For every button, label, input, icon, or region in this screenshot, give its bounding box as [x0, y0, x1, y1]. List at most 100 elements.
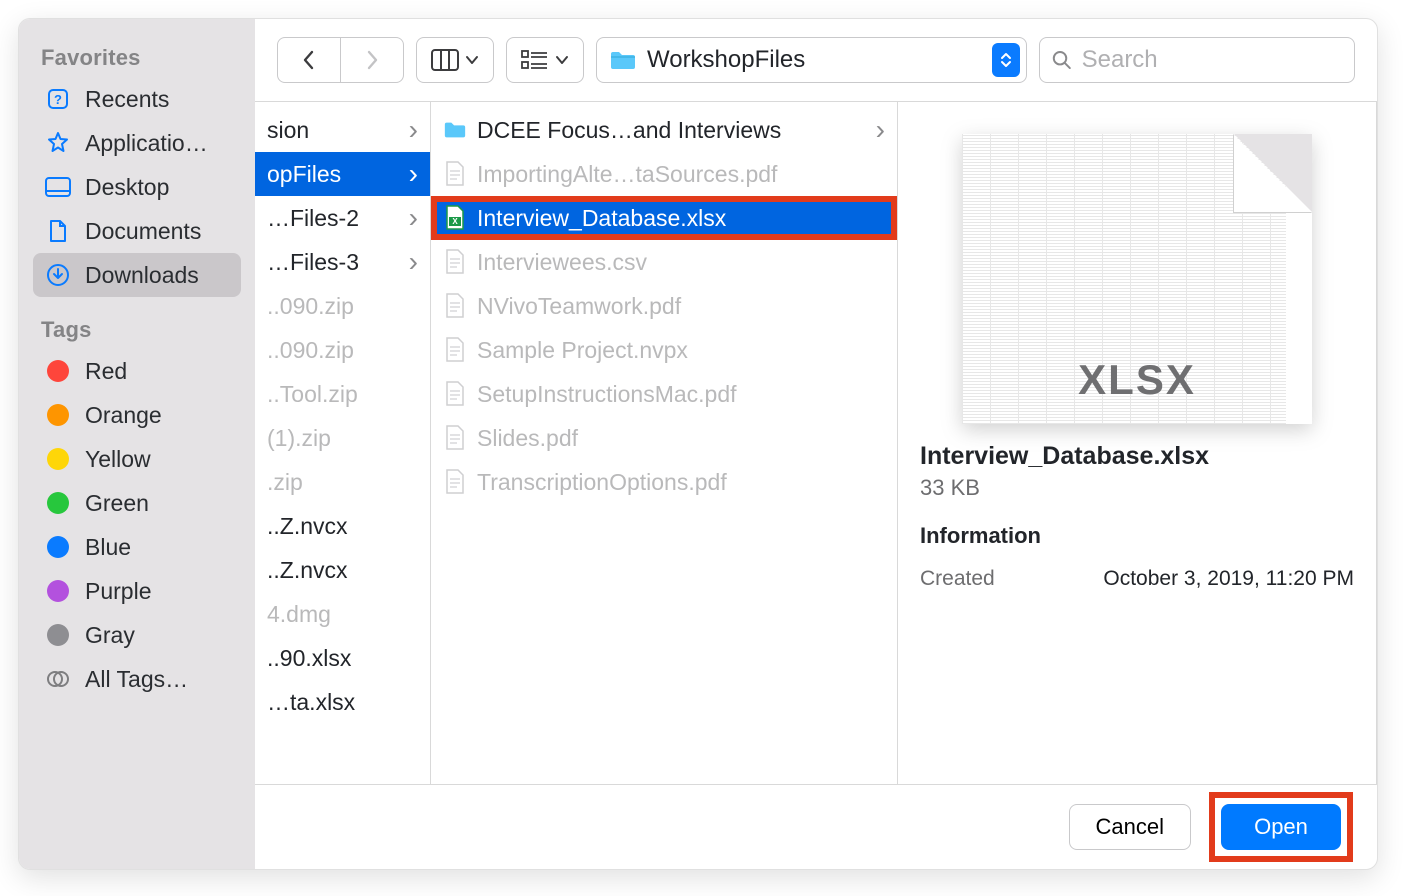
- chevron-right-icon: ›: [409, 160, 418, 188]
- back-button[interactable]: [277, 37, 341, 83]
- sidebar-item-desktop[interactable]: Desktop: [33, 165, 241, 209]
- tag-dot-icon: [47, 360, 69, 382]
- item-label: ..90.xlsx: [267, 645, 418, 672]
- nav-buttons: [277, 37, 404, 83]
- item-label: Interviewees.csv: [477, 249, 885, 276]
- forward-button[interactable]: [341, 37, 404, 83]
- sidebar-item-label: Applicatio…: [85, 130, 208, 157]
- file-open-dialog: Favorites ?RecentsApplicatio…DesktopDocu…: [18, 18, 1378, 870]
- tag-dot-icon: [47, 492, 69, 514]
- sidebar-item-label: Documents: [85, 218, 201, 245]
- item-label: 4.dmg: [267, 601, 418, 628]
- sidebar-item-documents[interactable]: Documents: [33, 209, 241, 253]
- location-label: WorkshopFiles: [647, 46, 982, 74]
- chevron-left-icon: [301, 49, 317, 71]
- toolbar: WorkshopFiles: [255, 19, 1377, 102]
- search-icon: [1052, 49, 1072, 71]
- sidebar-item-label: Green: [85, 490, 149, 517]
- location-popup[interactable]: WorkshopFiles: [596, 37, 1027, 83]
- sidebar-item-label: Blue: [85, 534, 131, 561]
- column2-item: ImportingAlte…taSources.pdf: [431, 152, 897, 196]
- column2-item[interactable]: X Interview_Database.xlsx: [431, 196, 897, 240]
- sidebar-item-label: Yellow: [85, 446, 151, 473]
- location-stepper-icon: [992, 43, 1020, 77]
- tags-icon: [45, 667, 71, 691]
- sidebar-tag-orange[interactable]: Orange: [33, 393, 241, 437]
- svg-text:X: X: [452, 217, 458, 226]
- item-label: …Files-2: [267, 205, 399, 232]
- preview-info-heading: Information: [920, 523, 1354, 549]
- item-label: SetupInstructionsMac.pdf: [477, 381, 885, 408]
- pdf-icon: [443, 294, 467, 318]
- column1-item[interactable]: opFiles ›: [255, 152, 430, 196]
- item-label: ..090.zip: [267, 293, 418, 320]
- column1-item[interactable]: ..Z.nvcx: [255, 504, 430, 548]
- item-label: Sample Project.nvpx: [477, 337, 885, 364]
- column1-item[interactable]: …ta.xlsx: [255, 680, 430, 724]
- preview-created-label: Created: [920, 567, 995, 591]
- tags-list: Red Orange Yellow Green Blue Purple Gray: [33, 349, 241, 657]
- column2-item: Sample Project.nvpx: [431, 328, 897, 372]
- sidebar-item-downloads[interactable]: Downloads: [33, 253, 241, 297]
- sidebar-tag-red[interactable]: Red: [33, 349, 241, 393]
- sidebar-item-label: Orange: [85, 402, 162, 429]
- view-columns-button[interactable]: [416, 37, 494, 83]
- chevron-down-icon: [465, 55, 479, 65]
- preview-created-row: Created October 3, 2019, 11:20 PM: [920, 567, 1354, 591]
- tags-heading: Tags: [33, 297, 241, 349]
- tag-dot-icon: [47, 536, 69, 558]
- column-browser: sion› opFiles › …Files-2 › …Files-3› ..090.zip…: [255, 102, 1377, 784]
- tag-dot-icon: [47, 580, 69, 602]
- item-label: .zip: [267, 469, 418, 496]
- group-by-button[interactable]: [506, 37, 584, 83]
- column1-item: ..Tool.zip: [255, 372, 430, 416]
- sidebar-item-label: All Tags…: [85, 666, 188, 693]
- item-label: opFiles: [267, 161, 399, 188]
- sidebar-item-recents[interactable]: ? Recents: [33, 77, 241, 121]
- column2-item: NVivoTeamwork.pdf: [431, 284, 897, 328]
- column2-item: TranscriptionOptions.pdf: [431, 460, 897, 504]
- sidebar-tag-purple[interactable]: Purple: [33, 569, 241, 613]
- item-label: NVivoTeamwork.pdf: [477, 293, 885, 320]
- sidebar-item-label: Desktop: [85, 174, 169, 201]
- sidebar-item-label: Purple: [85, 578, 151, 605]
- column1-item: (1).zip: [255, 416, 430, 460]
- search-input[interactable]: [1080, 45, 1342, 75]
- pdf-icon: [443, 426, 467, 450]
- column1-item[interactable]: ..Z.nvcx: [255, 548, 430, 592]
- folder-icon: [443, 118, 467, 142]
- tag-dot-icon: [47, 624, 69, 646]
- column1-item[interactable]: ..90.xlsx: [255, 636, 430, 680]
- column1-item: .zip: [255, 460, 430, 504]
- column1-item[interactable]: sion›: [255, 108, 430, 152]
- search-field[interactable]: [1039, 37, 1355, 83]
- folder-icon: [609, 49, 637, 71]
- sidebar-item-applicatio[interactable]: Applicatio…: [33, 121, 241, 165]
- column2-item[interactable]: DCEE Focus…and Interviews›: [431, 108, 897, 152]
- item-label: …ta.xlsx: [267, 689, 418, 716]
- item-label: ..Z.nvcx: [267, 557, 418, 584]
- cancel-button[interactable]: Cancel: [1069, 804, 1191, 850]
- column1-item[interactable]: …Files-3›: [255, 240, 430, 284]
- sidebar-item-all-tags[interactable]: All Tags…: [33, 657, 241, 701]
- file-preview-thumbnail: XLSX: [962, 134, 1312, 424]
- sidebar-tag-green[interactable]: Green: [33, 481, 241, 525]
- column1-item[interactable]: …Files-2 ›: [255, 196, 430, 240]
- sidebar-item-label: Red: [85, 358, 127, 385]
- column2-item: Slides.pdf: [431, 416, 897, 460]
- sidebar-tag-blue[interactable]: Blue: [33, 525, 241, 569]
- clock-icon: ?: [45, 87, 71, 111]
- item-label: Interview_Database.xlsx: [477, 205, 885, 232]
- item-label: TranscriptionOptions.pdf: [477, 469, 885, 496]
- sidebar-tag-gray[interactable]: Gray: [33, 613, 241, 657]
- item-label: sion: [267, 117, 399, 144]
- download-icon: [45, 263, 71, 287]
- chevron-right-icon: ›: [409, 204, 418, 232]
- sidebar-item-label: Recents: [85, 86, 169, 113]
- item-label: ImportingAlte…taSources.pdf: [477, 161, 885, 188]
- favorites-list: ? Recents Applicatio… Desktop Documents Downl…: [33, 77, 241, 297]
- sidebar-tag-yellow[interactable]: Yellow: [33, 437, 241, 481]
- dialog-footer: Cancel Open: [255, 784, 1377, 869]
- item-label: …Files-3: [267, 249, 399, 276]
- open-button[interactable]: Open: [1221, 804, 1341, 850]
